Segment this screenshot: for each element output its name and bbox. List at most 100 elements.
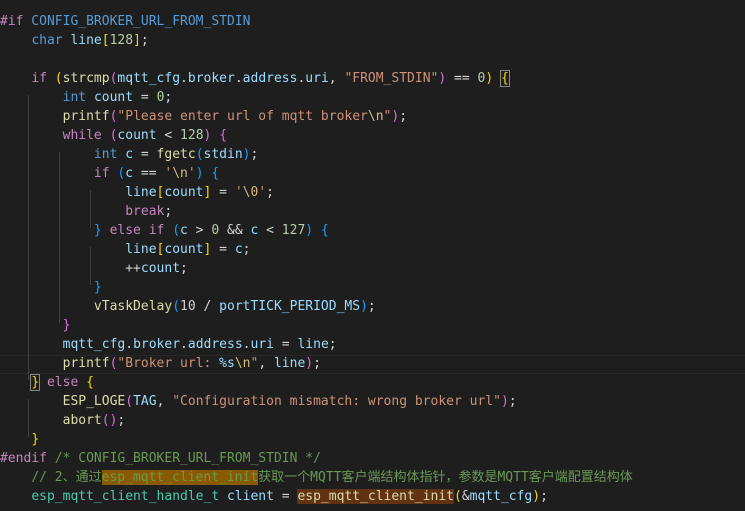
code-token: 127: [281, 223, 306, 238]
code-line[interactable]: char line[128];: [0, 31, 148, 50]
code-token: portTICK_PERIOD_MS: [219, 299, 361, 314]
code-line[interactable]: abort();: [0, 411, 126, 430]
code-token: ': [234, 185, 243, 200]
code-token: line: [70, 33, 102, 48]
code-token: else: [46, 375, 79, 390]
code-line[interactable]: #endif /* CONFIG_BROKER_URL_FROM_STDIN *…: [0, 449, 321, 468]
code-token: {: [86, 375, 94, 390]
code-token: mqtt_cfg: [117, 71, 181, 86]
code-line[interactable]: break;: [0, 202, 172, 221]
code-line[interactable]: if (strcmp(mqtt_cfg.broker.address.uri, …: [0, 69, 510, 88]
code-token: ;: [508, 394, 517, 409]
code-token: CONFIG_BROKER_URL_FROM_STDIN: [23, 14, 251, 29]
code-token: ;: [367, 299, 376, 314]
code-token: ;: [399, 109, 408, 124]
code-token: "FROM_STDIN": [344, 71, 439, 86]
code-token: =: [211, 185, 235, 200]
code-token: line: [273, 356, 306, 371]
code-token: char: [31, 33, 63, 48]
code-token: >: [187, 223, 212, 238]
code-token: mqtt_cfg: [469, 489, 533, 504]
code-token: \n: [367, 109, 384, 124]
code-line[interactable]: }: [0, 430, 39, 449]
code-line[interactable]: line[count] = c;: [0, 240, 250, 259]
code-token: (: [195, 147, 204, 162]
code-token: ): [195, 166, 204, 181]
code-token: 128: [180, 128, 204, 143]
code-token: }: [30, 374, 41, 391]
code-token: {: [211, 166, 220, 181]
code-token: line: [297, 337, 329, 352]
code-token: address: [187, 337, 243, 352]
code-line[interactable]: printf("Broker url: %s\n", line);: [0, 354, 321, 373]
code-token: ==: [133, 166, 165, 181]
code-token: 128: [109, 33, 134, 48]
code-token: mqtt_cfg: [62, 337, 126, 352]
code-line[interactable]: }: [0, 278, 102, 297]
code-token: \n: [234, 356, 251, 371]
code-token: uri: [250, 337, 274, 352]
code-line[interactable]: }: [0, 316, 71, 335]
code-line[interactable]: if (c == '\n') {: [0, 164, 219, 183]
code-token: ,: [328, 71, 345, 86]
code-line[interactable]: int c = fgetc(stdin);: [0, 145, 258, 164]
code-token: ==: [446, 71, 478, 86]
code-token: else: [109, 223, 141, 238]
code-token: &: [461, 489, 470, 504]
code-line[interactable]: } else if (c > 0 && c < 127) {: [0, 221, 329, 240]
code-token: #if: [0, 14, 24, 29]
code-token: count: [117, 128, 157, 143]
code-token: ESP_LOGE: [62, 394, 126, 409]
code-token: "Configuration mismatch: wrong broker ur…: [172, 394, 501, 409]
code-token: ): [438, 71, 447, 86]
code-token: .: [180, 337, 188, 352]
code-line[interactable]: } else {: [0, 373, 94, 392]
code-token: while: [62, 128, 102, 143]
code-line[interactable]: printf("Please enter url of mqtt broker\…: [0, 107, 407, 126]
code-token: fgetc: [156, 147, 196, 162]
code-token: ): [500, 394, 509, 409]
code-token: line: [125, 185, 157, 200]
code-token: ): [305, 223, 314, 238]
code-token: \0: [242, 185, 259, 200]
code-line[interactable]: mqtt_cfg.broker.address.uri = line;: [0, 335, 337, 354]
code-token: abort: [62, 413, 102, 428]
code-token: count: [93, 90, 134, 105]
code-line[interactable]: while (count < 128) {: [0, 126, 227, 145]
code-line[interactable]: ++count;: [0, 259, 188, 278]
code-token: .: [234, 71, 243, 86]
code-line[interactable]: vTaskDelay(10 / portTICK_PERIOD_MS);: [0, 297, 376, 316]
code-token: ,: [156, 394, 173, 409]
code-token: uri: [305, 71, 329, 86]
code-token: (: [453, 489, 462, 504]
code-line[interactable]: line[count] = '\0';: [0, 183, 274, 202]
code-token: c: [234, 242, 243, 257]
code-token: {: [320, 223, 329, 238]
code-token: ,: [258, 356, 274, 371]
code-token: // 2、通过: [31, 470, 102, 485]
code-token: 获取一个MQTT客户端结构体指针，参数是MQTT客户端配置结构体: [258, 470, 633, 485]
code-token: int: [62, 90, 87, 105]
code-line[interactable]: esp_mqtt_client_handle_t client = esp_mq…: [0, 487, 548, 506]
code-line[interactable]: #if CONFIG_BROKER_URL_FROM_STDIN: [0, 12, 250, 31]
code-line[interactable]: ESP_LOGE(TAG, "Configuration mismatch: w…: [0, 392, 517, 411]
code-line[interactable]: int count = 0;: [0, 88, 173, 107]
code-line[interactable]: // 2、通过esp_mqtt_client_init获取一个MQTT客户端结构…: [0, 468, 633, 487]
code-token: c: [180, 223, 188, 238]
code-token: =: [211, 242, 235, 257]
code-token: 10: [180, 299, 196, 314]
code-editor[interactable]: #if CONFIG_BROKER_URL_FROM_STDIN char li…: [0, 0, 745, 511]
